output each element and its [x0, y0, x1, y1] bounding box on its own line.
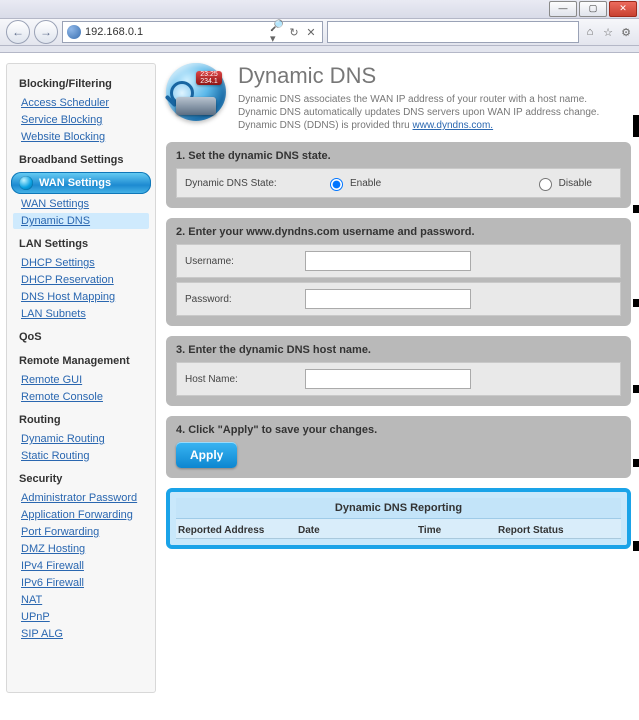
radio-enable[interactable]: Enable [325, 175, 381, 191]
password-label: Password: [185, 294, 305, 305]
section-apply-title: 4. Click "Apply" to save your changes. [176, 424, 621, 436]
search-box[interactable] [327, 21, 579, 43]
radio-disable[interactable]: Disable [534, 175, 592, 191]
home-icon[interactable]: ⌂ [583, 25, 597, 39]
apply-button[interactable]: Apply [176, 442, 237, 468]
page-header: 23:25 234.1 Dynamic DNS Dynamic DNS asso… [166, 63, 631, 132]
radio-disable-label: Disable [559, 178, 592, 189]
minimize-button[interactable]: — [549, 1, 577, 17]
sidebar-item-dynamic-routing[interactable]: Dynamic Routing [13, 431, 149, 447]
section-hostname-title: 3. Enter the dynamic DNS host name. [176, 344, 621, 356]
page-logo-icon: 23:25 234.1 [166, 63, 226, 121]
search-dropdown-icon[interactable]: 🔎▾ [270, 25, 284, 39]
report-title: Dynamic DNS Reporting [176, 498, 621, 519]
hostname-label: Host Name: [185, 374, 305, 385]
sidebar-item-dns-host-mapping[interactable]: DNS Host Mapping [13, 289, 149, 305]
sidebar-item-dhcp-reservation[interactable]: DHCP Reservation [13, 272, 149, 288]
dyndns-link[interactable]: www.dyndns.com. [413, 120, 494, 131]
report-col-time: Time [418, 525, 498, 536]
sidebar-item-dhcp-settings[interactable]: DHCP Settings [13, 255, 149, 271]
section-hostname: 3. Enter the dynamic DNS host name. Host… [166, 336, 631, 406]
report-col-date: Date [298, 525, 418, 536]
sidebar-group-remote: Remote Management [9, 347, 153, 371]
sidebar-group-routing: Routing [9, 406, 153, 430]
sidebar-group-broadband: Broadband Settings [9, 146, 153, 170]
sidebar-item-ipv4-firewall[interactable]: IPv4 Firewall [13, 558, 149, 574]
decorative-marks [633, 111, 639, 641]
sidebar-group-blocking: Blocking/Filtering [9, 70, 153, 94]
radio-disable-input[interactable] [539, 178, 552, 191]
sidebar: Blocking/Filtering Access Scheduler Serv… [6, 63, 156, 693]
report-panel: Dynamic DNS Reporting Reported Address D… [166, 488, 631, 549]
page-title: Dynamic DNS [238, 63, 599, 89]
page-desc-1: Dynamic DNS associates the WAN IP addres… [238, 94, 587, 105]
sidebar-item-lan-subnets[interactable]: LAN Subnets [13, 306, 149, 322]
radio-enable-input[interactable] [330, 178, 343, 191]
password-input[interactable] [305, 289, 471, 309]
site-favicon [67, 25, 81, 39]
hostname-input[interactable] [305, 369, 471, 389]
radio-enable-label: Enable [350, 178, 381, 189]
report-header-row: Reported Address Date Time Report Status [176, 519, 621, 539]
sidebar-group-qos: QoS [9, 323, 153, 347]
username-input[interactable] [305, 251, 471, 271]
sidebar-item-admin-password[interactable]: Administrator Password [13, 490, 149, 506]
sidebar-item-sip-alg[interactable]: SIP ALG [13, 626, 149, 642]
logo-badge: 23:25 234.1 [196, 71, 222, 85]
section-credentials: 2. Enter your www.dyndns.com username an… [166, 218, 631, 326]
sidebar-item-service-blocking[interactable]: Service Blocking [13, 112, 149, 128]
sidebar-item-ipv6-firewall[interactable]: IPv6 Firewall [13, 575, 149, 591]
report-col-status: Report Status [498, 525, 619, 536]
browser-tab-strip [0, 46, 639, 53]
refresh-icon[interactable]: ↻ [287, 25, 301, 39]
back-button[interactable]: ← [6, 20, 30, 44]
window-titlebar: — ▢ ✕ [0, 0, 639, 19]
sidebar-item-static-routing[interactable]: Static Routing [13, 448, 149, 464]
section-state: 1. Set the dynamic DNS state. Dynamic DN… [166, 142, 631, 208]
section-credentials-title: 2. Enter your www.dyndns.com username an… [176, 226, 621, 238]
address-bar[interactable]: 192.168.0.1 🔎▾ ↻ ✕ [62, 21, 323, 43]
report-col-address: Reported Address [178, 525, 298, 536]
sidebar-group-lan: LAN Settings [9, 230, 153, 254]
main-content: 23:25 234.1 Dynamic DNS Dynamic DNS asso… [156, 63, 631, 693]
sidebar-item-access-scheduler[interactable]: Access Scheduler [13, 95, 149, 111]
section-state-title: 1. Set the dynamic DNS state. [176, 150, 621, 162]
browser-toolbar: ← → 192.168.0.1 🔎▾ ↻ ✕ ⌂ ☆ ⚙ [0, 19, 639, 46]
page-desc-2: Dynamic DNS automatically updates DNS se… [238, 107, 599, 118]
sidebar-item-website-blocking[interactable]: Website Blocking [13, 129, 149, 145]
sidebar-item-app-forwarding[interactable]: Application Forwarding [13, 507, 149, 523]
sidebar-group-security: Security [9, 465, 153, 489]
maximize-button[interactable]: ▢ [579, 1, 607, 17]
username-label: Username: [185, 256, 305, 267]
sidebar-item-upnp[interactable]: UPnP [13, 609, 149, 625]
sidebar-item-port-forwarding[interactable]: Port Forwarding [13, 524, 149, 540]
sidebar-item-remote-gui[interactable]: Remote GUI [13, 372, 149, 388]
state-label: Dynamic DNS State: [185, 178, 295, 189]
tools-icon[interactable]: ⚙ [619, 25, 633, 39]
sidebar-item-wan-settings[interactable]: WAN Settings [13, 196, 149, 212]
section-apply: 4. Click "Apply" to save your changes. A… [166, 416, 631, 478]
sidebar-group-wan-label: WAN Settings [39, 177, 111, 189]
globe-icon [19, 176, 33, 190]
sidebar-item-nat[interactable]: NAT [13, 592, 149, 608]
url-text: 192.168.0.1 [85, 26, 270, 38]
sidebar-item-dynamic-dns[interactable]: Dynamic DNS [13, 213, 149, 229]
stop-icon[interactable]: ✕ [304, 25, 318, 39]
sidebar-item-dmz-hosting[interactable]: DMZ Hosting [13, 541, 149, 557]
sidebar-group-wan-active[interactable]: WAN Settings [11, 172, 151, 194]
favorites-icon[interactable]: ☆ [601, 25, 615, 39]
close-button[interactable]: ✕ [609, 1, 637, 17]
forward-button[interactable]: → [34, 20, 58, 44]
page-desc-3a: Dynamic DNS (DDNS) is provided thru [238, 120, 413, 131]
sidebar-item-remote-console[interactable]: Remote Console [13, 389, 149, 405]
